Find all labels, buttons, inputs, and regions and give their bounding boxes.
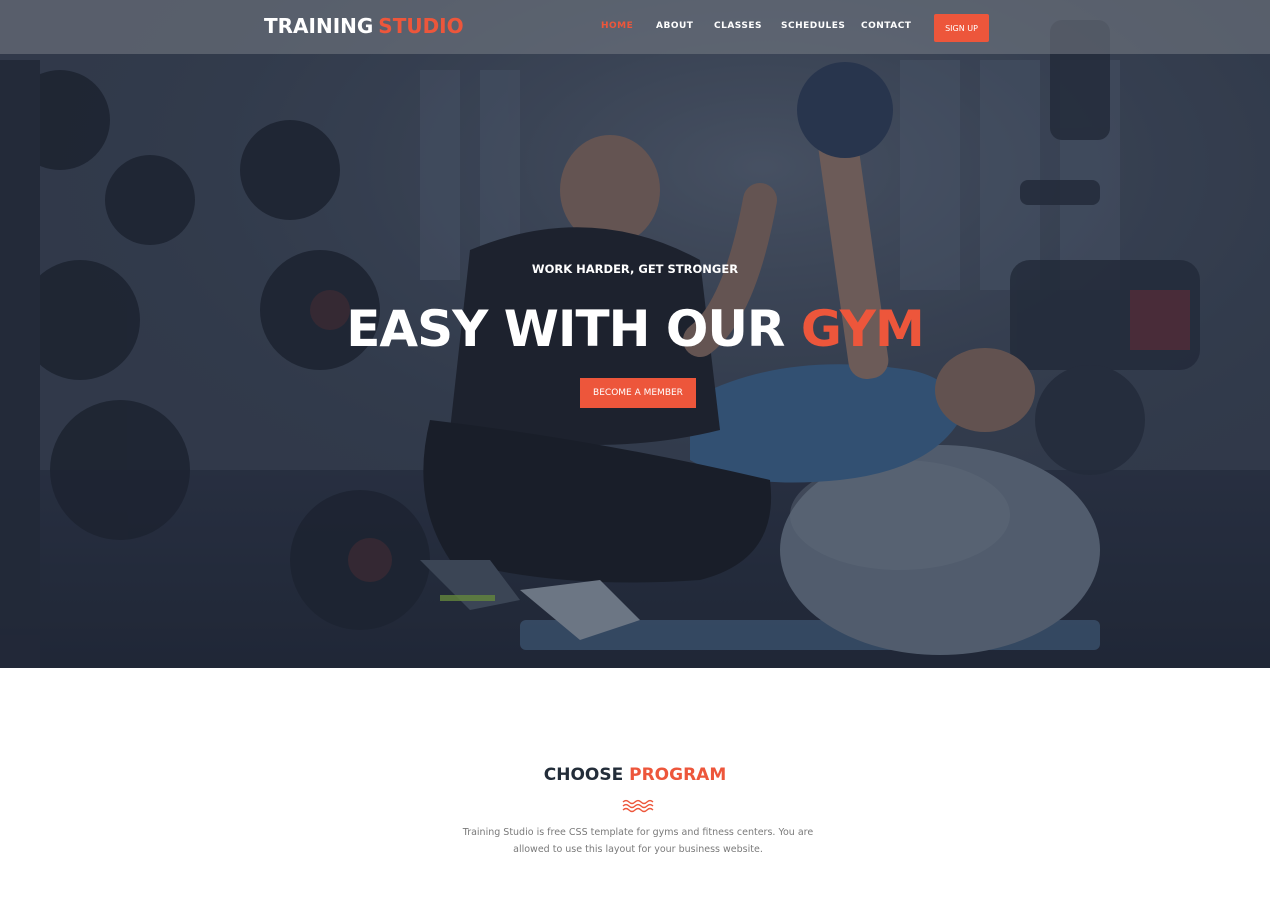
sign-up-button[interactable]: SIGN UP	[934, 14, 989, 42]
hero-subtitle: WORK HARDER, GET STRONGER	[531, 262, 739, 276]
site-logo[interactable]: TRAINING STUDIO	[264, 14, 464, 38]
nav-item-classes[interactable]: CLASSES	[714, 21, 762, 31]
hero-title-accent: GYM	[800, 300, 925, 358]
program-description: Training Studio is free CSS template for…	[462, 827, 814, 855]
hero-section: TRAINING STUDIO HOME ABOUT CLASSES SCHEDU…	[0, 0, 1270, 668]
nav-item-home[interactable]: HOME	[601, 21, 633, 31]
program-title-main: CHOOSE	[543, 765, 624, 785]
become-member-button[interactable]: BECOME A MEMBER	[580, 378, 696, 408]
hero-title: EASY WITH OUR GYM	[0, 294, 1270, 364]
hero-title-main: EASY WITH OUR	[346, 300, 785, 358]
top-navbar: TRAINING STUDIO HOME ABOUT CLASSES SCHEDU…	[0, 0, 1270, 54]
program-title-accent: PROGRAM	[629, 765, 727, 785]
logo-text-accent: STUDIO	[378, 14, 464, 38]
nav-item-contact[interactable]: CONTACT	[861, 21, 911, 31]
nav-item-schedules[interactable]: SCHEDULES	[781, 21, 845, 31]
logo-text-primary: TRAINING	[264, 14, 374, 38]
waves-icon	[622, 799, 654, 813]
nav-item-about[interactable]: ABOUT	[656, 21, 693, 31]
program-section-title: CHOOSE PROGRAM	[0, 765, 1270, 785]
